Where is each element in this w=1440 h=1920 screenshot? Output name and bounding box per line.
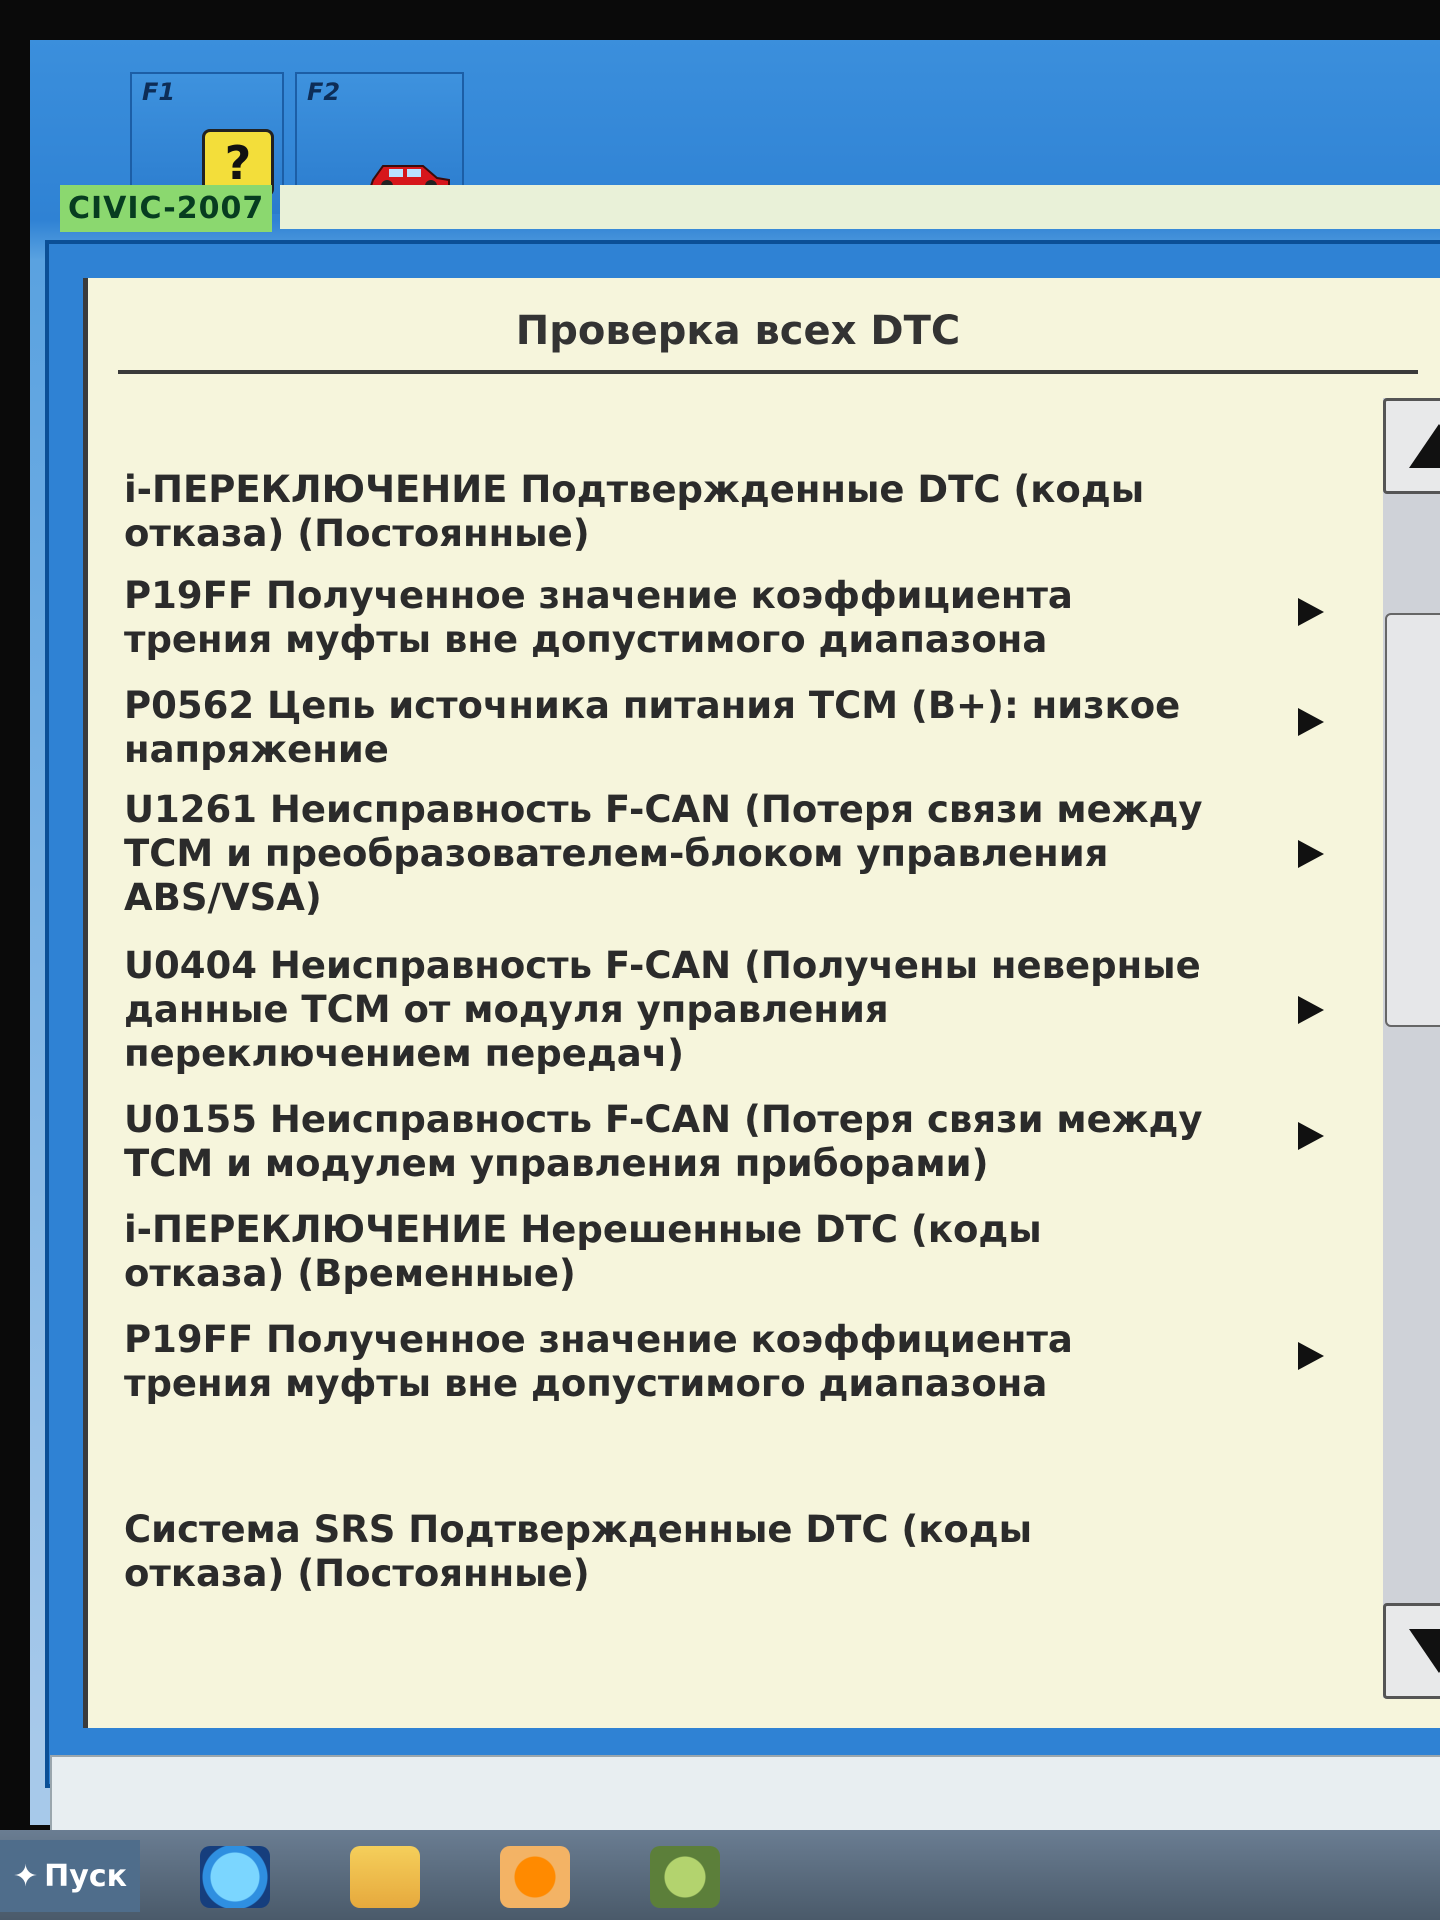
dtc-item-text: U0404 Неисправность F-CAN (Получены неве…	[124, 944, 1201, 1075]
arrow-up-icon	[1409, 424, 1440, 468]
scrollbar[interactable]	[1383, 398, 1440, 1699]
dtc-item-text: U1261 Неисправность F-CAN (Потеря связи …	[124, 788, 1203, 919]
dtc-item-text: P19FF Полученное значение коэффициента т…	[124, 574, 1073, 661]
start-button[interactable]: ✦ Пуск	[0, 1840, 140, 1912]
arrow-right-icon[interactable]	[1298, 598, 1324, 626]
scroll-thumb[interactable]	[1385, 613, 1440, 1027]
main-frame: Проверка всех DTC i-ПЕРЕКЛЮЧЕНИЕ Подтвер…	[45, 240, 1440, 1788]
arrow-right-icon[interactable]	[1298, 708, 1324, 736]
section-header: Система SRS Подтвержденные DTC (коды отк…	[124, 1508, 1033, 1595]
scroll-up-button[interactable]	[1383, 398, 1440, 494]
section-header: i-ПЕРЕКЛЮЧЕНИЕ Подтвержденные DTC (коды …	[124, 468, 1145, 555]
tab-key-label: F1	[142, 78, 176, 106]
internet-explorer-icon[interactable]	[200, 1846, 270, 1908]
arrow-right-icon[interactable]	[1298, 1122, 1324, 1150]
windows-logo-icon: ✦	[13, 1858, 39, 1894]
clock-icon[interactable]	[650, 1846, 720, 1908]
arrow-down-icon	[1409, 1629, 1440, 1673]
vehicle-model-label: CIVIC-2007	[60, 185, 273, 232]
section-header: i-ПЕРЕКЛЮЧЕНИЕ Нерешенные DTC (коды отка…	[124, 1208, 1042, 1295]
folder-icon[interactable]	[350, 1846, 420, 1908]
title-divider	[118, 370, 1418, 374]
panel-header: Проверка всех DTC	[88, 288, 1440, 378]
dtc-item-text: P19FF Полученное значение коэффициента т…	[124, 1318, 1073, 1405]
arrow-right-icon[interactable]	[1298, 1342, 1324, 1370]
arrow-right-icon[interactable]	[1298, 840, 1324, 868]
start-label: Пуск	[44, 1858, 127, 1894]
dtc-panel: Проверка всех DTC i-ПЕРЕКЛЮЧЕНИЕ Подтвер…	[83, 278, 1440, 1728]
status-bar	[50, 1755, 1440, 1839]
dtc-item-text: P0562 Цепь источника питания TCM (B+): н…	[124, 684, 1181, 771]
scroll-down-button[interactable]	[1383, 1603, 1440, 1699]
tab-key-label: F2	[307, 78, 341, 106]
arrow-right-icon[interactable]	[1298, 996, 1324, 1024]
media-player-icon[interactable]	[500, 1846, 570, 1908]
app-window: F1 ? F2 CIVIC-2007 Проверка всех DTC i-П…	[30, 40, 1440, 1839]
info-strip	[280, 185, 1440, 229]
dtc-item-text: U0155 Неисправность F-CAN (Потеря связи …	[124, 1098, 1203, 1185]
page-title: Проверка всех DTC	[515, 308, 961, 354]
taskbar: ✦ Пуск	[0, 1830, 1440, 1920]
